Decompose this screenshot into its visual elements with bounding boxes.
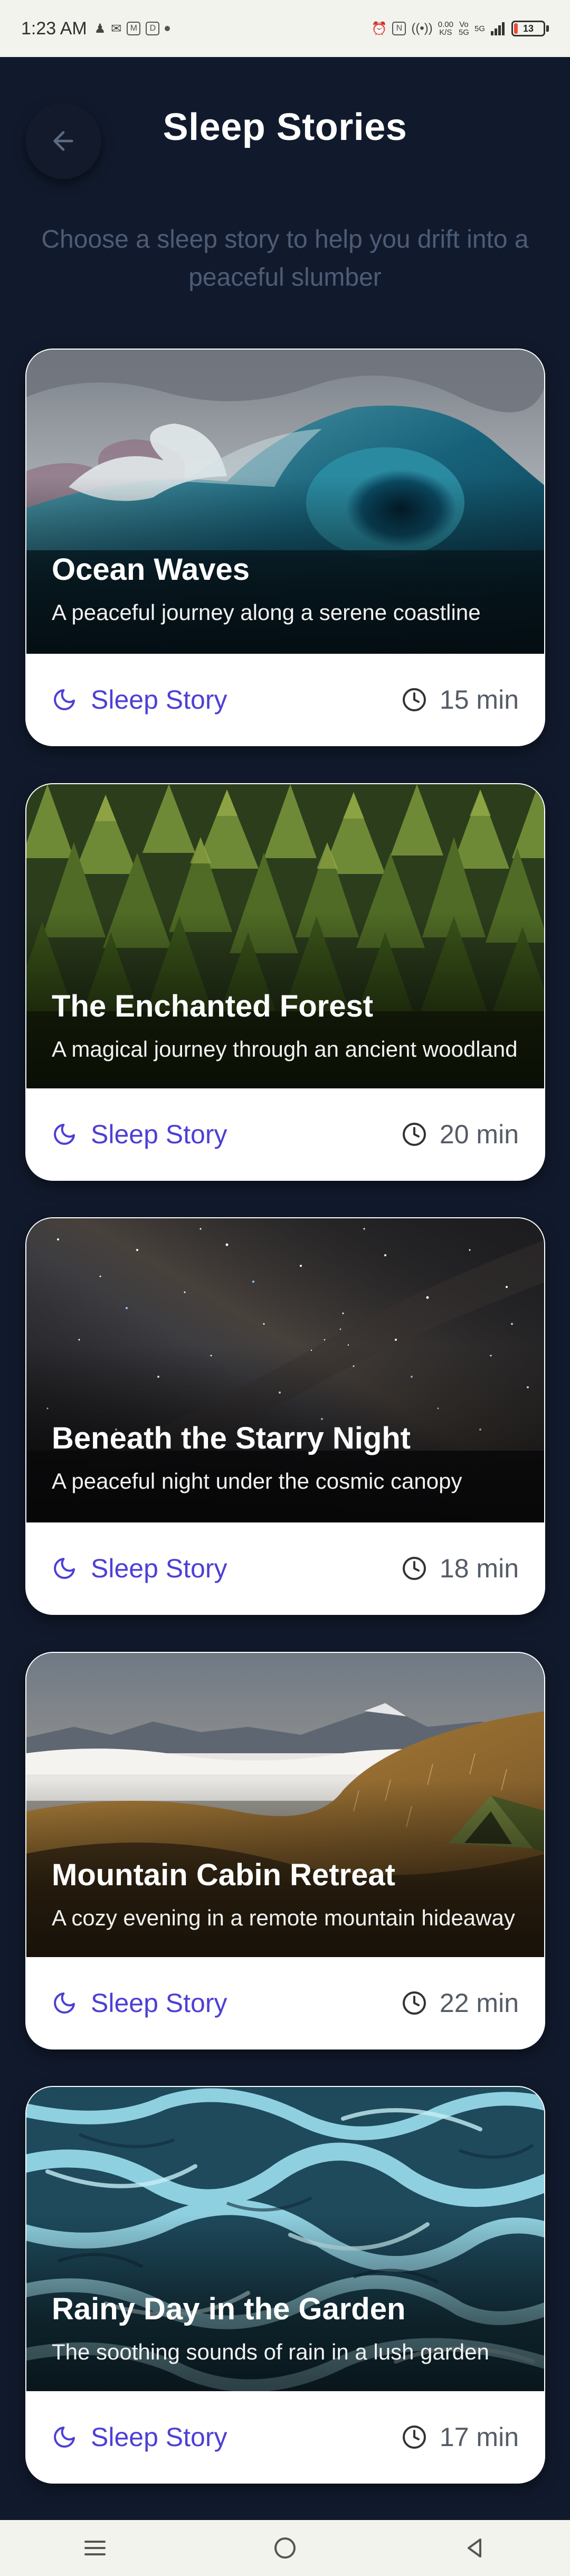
story-tag: Sleep Story (52, 1119, 227, 1150)
sim1-indicator: Vo 5G (459, 21, 469, 36)
story-tag: Sleep Story (52, 1988, 227, 2018)
moon-icon (54, 1557, 75, 1579)
story-card-mountain-cabin[interactable]: Mountain Cabin Retreat A cozy evening in… (25, 1652, 545, 2049)
back-icon (468, 2539, 481, 2558)
story-duration-label: 20 min (439, 1119, 519, 1149)
story-duration: 20 min (402, 1119, 519, 1150)
story-title: Mountain Cabin Retreat (52, 1858, 395, 1892)
hotspot-icon: ((•)) (411, 21, 433, 35)
status-left: 1:23 AM ♟ ✉ M D (21, 18, 170, 39)
mail-icon: ✉ (111, 21, 122, 36)
menu-icon (84, 2541, 106, 2555)
story-description: The soothing sounds of rain in a lush ga… (52, 2339, 489, 2364)
story-card-rainy-day[interactable]: Rainy Day in the Garden The soothing sou… (25, 2086, 545, 2484)
app-m-icon: M (127, 22, 141, 35)
alarm-icon: ⏰ (371, 21, 387, 36)
story-text: Beneath the Starry Night A peaceful nigh… (52, 1421, 519, 1497)
story-duration: 15 min (402, 684, 519, 715)
network-speed: 0.00 K/S (438, 21, 453, 36)
story-duration-label: 22 min (439, 1988, 519, 2018)
signal-icon (491, 22, 505, 35)
story-description: A magical journey through an ancient woo… (52, 1037, 518, 1061)
story-footer: Sleep Story 17 min (26, 2391, 544, 2483)
story-title: Ocean Waves (52, 552, 250, 587)
status-right: ⏰ N ((•)) 0.00 K/S Vo 5G 5G 13 (372, 21, 549, 36)
story-title: The Enchanted Forest (52, 989, 374, 1023)
story-tag-label: Sleep Story (91, 2422, 227, 2452)
story-text: Rainy Day in the Garden The soothing sou… (52, 2291, 519, 2368)
page-title: Sleep Stories (163, 106, 407, 148)
story-title: Beneath the Starry Night (52, 1421, 411, 1455)
person-icon: ♟ (94, 21, 106, 36)
clock-icon (402, 1556, 426, 1580)
story-footer: Sleep Story 15 min (26, 654, 544, 745)
story-card-enchanted-forest[interactable]: The Enchanted Forest A magical journey t… (25, 783, 545, 1181)
story-tag-label: Sleep Story (91, 1988, 227, 2018)
app-d-icon: D (146, 22, 160, 35)
moon-icon (54, 1992, 75, 2014)
story-tag-label: Sleep Story (91, 1553, 227, 1583)
story-text: Mountain Cabin Retreat A cozy evening in… (52, 1857, 519, 1934)
status-bar: 1:23 AM ♟ ✉ M D ⏰ N ((•)) 0.00 K/S Vo 5G… (0, 0, 570, 57)
moon-icon (54, 1123, 75, 1145)
story-footer: Sleep Story 20 min (26, 1088, 544, 1180)
story-duration-label: 18 min (439, 1553, 519, 1583)
story-footer: Sleep Story 18 min (26, 1522, 544, 1614)
nav-back-button[interactable] (443, 2527, 507, 2569)
story-tag-label: Sleep Story (91, 684, 227, 714)
story-duration: 22 min (402, 1988, 519, 2018)
nav-home-button[interactable] (253, 2527, 317, 2569)
moon-icon (54, 2426, 75, 2448)
nfc-icon: N (392, 22, 406, 35)
story-tag: Sleep Story (52, 684, 227, 715)
story-text: The Enchanted Forest A magical journey t… (52, 989, 519, 1065)
story-description: A peaceful journey along a serene coastl… (52, 600, 481, 625)
sim2-indicator: 5G (474, 25, 485, 33)
story-tag: Sleep Story (52, 1553, 227, 1584)
story-tag-label: Sleep Story (91, 1119, 227, 1149)
network-speed-unit: K/S (439, 28, 452, 37)
story-duration: 18 min (402, 1553, 519, 1584)
clock-icon (402, 1991, 426, 2015)
battery-icon: 13 (511, 21, 549, 36)
story-footer: Sleep Story 22 min (26, 1957, 544, 2048)
nav-menu-button[interactable] (63, 2527, 127, 2569)
story-image-starry-sky: Beneath the Starry Night A peaceful nigh… (26, 1218, 544, 1525)
story-card-ocean-waves[interactable]: Ocean Waves A peaceful journey along a s… (25, 349, 545, 746)
story-card-starry-night[interactable]: Beneath the Starry Night A peaceful nigh… (25, 1217, 545, 1615)
story-duration: 17 min (402, 2422, 519, 2452)
story-image-aerial-river: Rainy Day in the Garden The soothing sou… (26, 2087, 544, 2393)
story-image-pine-forest: The Enchanted Forest A magical journey t… (26, 784, 544, 1090)
story-image-mountain-tent: Mountain Cabin Retreat A cozy evening in… (26, 1653, 544, 1959)
story-tag: Sleep Story (52, 2422, 227, 2452)
story-duration-label: 15 min (439, 684, 519, 714)
status-time: 1:23 AM (21, 18, 87, 39)
page-subtitle: Choose a sleep story to help you drift i… (41, 225, 529, 292)
story-text: Ocean Waves A peaceful journey along a s… (52, 552, 519, 628)
battery-level: 13 (522, 23, 534, 34)
story-title: Rainy Day in the Garden (52, 2292, 406, 2326)
system-nav-bar (0, 2520, 570, 2576)
sim1-sub: 5G (458, 28, 469, 37)
clock-icon (402, 1122, 426, 1146)
moon-icon (54, 689, 75, 710)
story-description: A cozy evening in a remote mountain hide… (52, 1905, 515, 1930)
notification-icons: ♟ ✉ M D (94, 21, 170, 36)
clock-icon (402, 688, 426, 711)
home-icon (274, 2537, 296, 2559)
more-notifications-dot (165, 26, 170, 31)
story-description: A peaceful night under the cosmic canopy (52, 1469, 462, 1493)
story-duration-label: 17 min (439, 2422, 519, 2452)
clock-icon (402, 2425, 426, 2449)
sim2-label: 5G (474, 24, 485, 33)
story-image-ocean-wave: Ocean Waves A peaceful journey along a s… (26, 350, 544, 656)
